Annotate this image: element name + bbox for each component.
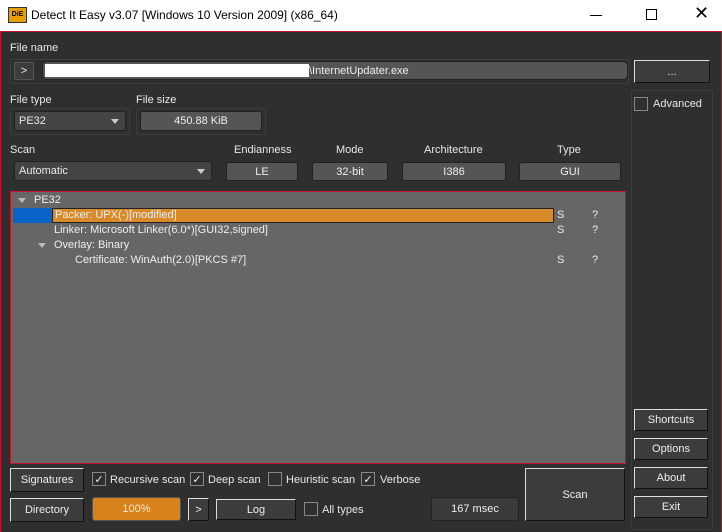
deep-scan-checkbox[interactable]: ✓: [190, 472, 204, 486]
title-bar: DiE Detect It Easy v3.07 [Windows 10 Ver…: [0, 0, 722, 31]
window-title: Detect It Easy v3.07 [Windows 10 Version…: [31, 8, 338, 22]
shortcuts-button[interactable]: Shortcuts: [634, 409, 708, 431]
scan-mode-value: Automatic: [19, 165, 68, 177]
mode-value: 32-bit: [312, 162, 388, 181]
item-text: Packer: UPX(-)[modified]: [55, 209, 177, 221]
redacted-path: [45, 64, 309, 77]
browse-button[interactable]: ...: [634, 60, 710, 83]
verbose-checkbox[interactable]: ✓: [361, 472, 375, 486]
advanced-checkbox[interactable]: [634, 97, 648, 111]
chevron-down-icon: [111, 119, 119, 124]
exit-button[interactable]: Exit: [634, 496, 708, 518]
maximize-button[interactable]: [646, 9, 657, 20]
collapse-icon[interactable]: [18, 198, 26, 203]
recursive-scan-label: Recursive scan: [110, 474, 186, 486]
about-button[interactable]: About: [634, 467, 708, 489]
endianness-value: LE: [226, 162, 298, 181]
file-name-label: File name: [10, 42, 59, 54]
deep-scan-label: Deep scan: [208, 474, 261, 486]
tree-item-overlay[interactable]: Overlay: Binary: [54, 238, 129, 253]
app-icon: DiE: [8, 7, 27, 23]
info-button[interactable]: ?: [592, 223, 598, 238]
endianness-label: Endianness: [234, 144, 292, 156]
minimize-button[interactable]: [590, 15, 602, 16]
file-path-text: \InternetUpdater.exe: [309, 64, 409, 77]
type-value: GUI: [519, 162, 621, 181]
info-button[interactable]: ?: [592, 253, 598, 268]
heuristic-scan-label: Heuristic scan: [286, 474, 356, 486]
signature-button[interactable]: S: [557, 208, 564, 223]
file-type-label: File type: [10, 94, 52, 106]
verbose-label: Verbose: [380, 474, 421, 486]
scan-time: 167 msec: [431, 497, 519, 521]
signatures-button[interactable]: Signatures: [10, 468, 84, 492]
tree-item-packer[interactable]: Packer: UPX(-)[modified]: [52, 208, 554, 223]
tree-root[interactable]: PE32: [34, 193, 61, 208]
row-selection: [13, 208, 53, 223]
progress-bar: 100%: [92, 497, 181, 521]
architecture-label: Architecture: [424, 144, 483, 156]
type-label: Type: [557, 144, 581, 156]
all-types-checkbox[interactable]: [304, 502, 318, 516]
scan-mode-select[interactable]: Automatic: [14, 161, 212, 181]
info-button[interactable]: ?: [592, 208, 598, 223]
results-tree[interactable]: PE32 Packer: UPX(-)[modified] S ? Linker…: [10, 191, 626, 464]
recursive-scan-checkbox[interactable]: ✓: [92, 472, 106, 486]
scan-label: Scan: [10, 144, 36, 156]
close-button[interactable]: ✕: [694, 4, 709, 22]
options-button[interactable]: Options: [634, 438, 708, 460]
file-size-label: File size: [136, 94, 177, 106]
go-button[interactable]: >: [14, 62, 34, 80]
next-button[interactable]: >: [188, 498, 209, 521]
directory-button[interactable]: Directory: [10, 498, 84, 522]
file-path-input[interactable]: \InternetUpdater.exe: [42, 61, 628, 80]
tree-item-certificate[interactable]: Certificate: WinAuth(2.0)[PKCS #7]: [75, 253, 246, 268]
signature-button[interactable]: S: [557, 223, 564, 238]
collapse-icon[interactable]: [38, 243, 46, 248]
signature-button[interactable]: S: [557, 253, 564, 268]
log-button[interactable]: Log: [216, 499, 296, 520]
advanced-label: Advanced: [653, 98, 702, 110]
scan-button[interactable]: Scan: [525, 468, 625, 521]
file-type-value: PE32: [19, 115, 46, 127]
architecture-value: I386: [402, 162, 506, 181]
file-type-select[interactable]: PE32: [14, 111, 126, 131]
tree-item-linker[interactable]: Linker: Microsoft Linker(6.0*)[GUI32,sig…: [54, 223, 268, 238]
heuristic-scan-checkbox[interactable]: [268, 472, 282, 486]
mode-label: Mode: [336, 144, 364, 156]
chevron-down-icon: [197, 169, 205, 174]
file-size-value: 450.88 KiB: [140, 111, 262, 131]
all-types-label: All types: [322, 504, 364, 516]
